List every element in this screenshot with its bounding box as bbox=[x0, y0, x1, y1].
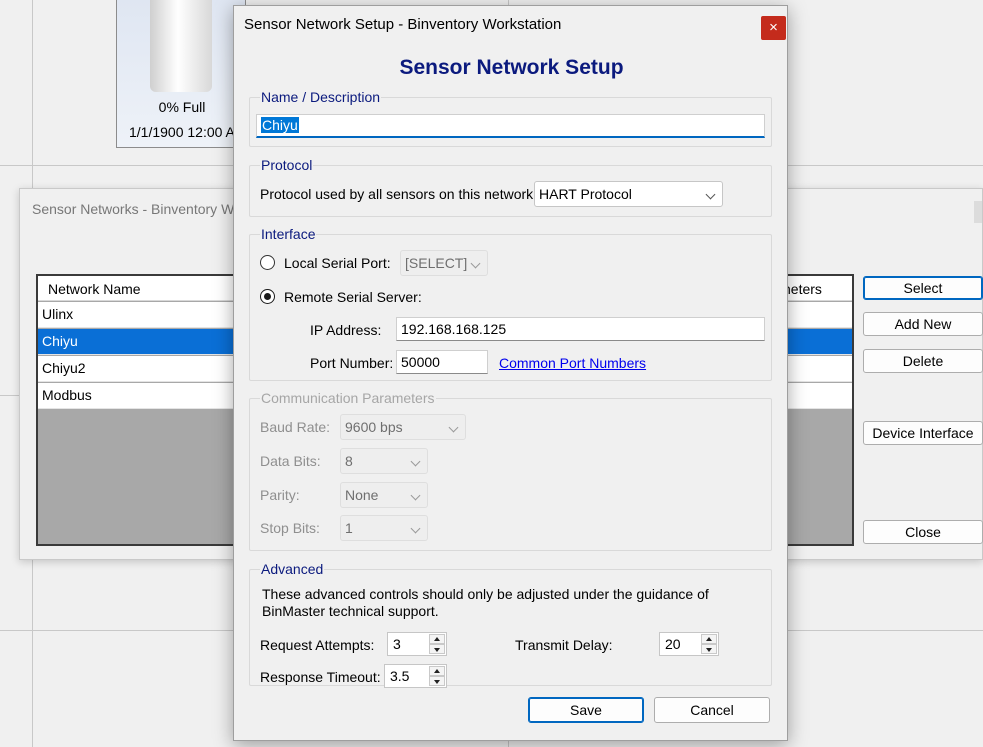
chevron-down-icon bbox=[410, 490, 421, 501]
common-port-numbers-link[interactable]: Common Port Numbers bbox=[499, 355, 646, 371]
data-bits-dropdown[interactable]: 8 bbox=[340, 448, 428, 474]
chevron-down-icon bbox=[470, 258, 481, 269]
network-name-cell: Modbus bbox=[42, 387, 92, 403]
protocol-label: Protocol used by all sensors on this net… bbox=[260, 186, 538, 202]
network-name-cell: Chiyu bbox=[42, 333, 78, 349]
group-legend: Communication Parameters bbox=[260, 390, 436, 406]
increment-arrow-icon[interactable] bbox=[701, 634, 717, 644]
chevron-down-icon bbox=[410, 523, 421, 534]
remote-serial-server-label[interactable]: Remote Serial Server: bbox=[284, 289, 422, 305]
group-legend: Name / Description bbox=[260, 89, 382, 105]
request-attempts-label: Request Attempts: bbox=[260, 637, 375, 653]
chevron-down-icon bbox=[705, 189, 716, 200]
name-input[interactable]: Chiyu bbox=[256, 114, 765, 138]
request-attempts-stepper[interactable]: 3 bbox=[387, 632, 447, 656]
scrollbar-stub[interactable] bbox=[974, 201, 982, 223]
response-timeout-label: Response Timeout: bbox=[260, 669, 381, 685]
delete-button[interactable]: Delete bbox=[863, 349, 983, 373]
advanced-warning-text: These advanced controls should only be a… bbox=[262, 586, 709, 619]
local-port-selected: [SELECT] bbox=[405, 255, 468, 271]
increment-arrow-icon[interactable] bbox=[429, 634, 445, 644]
baud-rate-selected: 9600 bps bbox=[345, 419, 403, 435]
dialog-title: Sensor Network Setup - Binventory Workst… bbox=[244, 16, 562, 33]
decrement-arrow-icon[interactable] bbox=[429, 676, 445, 686]
name-group: Name / Description Chiyu bbox=[249, 89, 772, 147]
local-serial-port-radio[interactable] bbox=[260, 255, 275, 270]
bin-cylinder-icon bbox=[150, 0, 212, 92]
decrement-arrow-icon[interactable] bbox=[701, 644, 717, 654]
cancel-button[interactable]: Cancel bbox=[654, 697, 770, 723]
transmit-delay-stepper[interactable]: 20 bbox=[659, 632, 719, 656]
ip-address-label: IP Address: bbox=[310, 322, 382, 338]
ip-address-input[interactable] bbox=[396, 317, 765, 341]
port-number-input[interactable] bbox=[396, 350, 488, 374]
grid-line bbox=[0, 395, 20, 396]
parity-label: Parity: bbox=[260, 487, 300, 503]
request-attempts-value: 3 bbox=[393, 636, 401, 652]
transmit-delay-label: Transmit Delay: bbox=[515, 637, 613, 653]
increment-arrow-icon[interactable] bbox=[429, 666, 445, 676]
stepper-buttons bbox=[701, 634, 717, 654]
parity-selected: None bbox=[345, 487, 379, 503]
protocol-selected: HART Protocol bbox=[539, 186, 632, 202]
transmit-delay-value: 20 bbox=[665, 636, 681, 652]
response-timeout-value: 3.5 bbox=[390, 668, 410, 684]
sensor-network-setup-dialog: Sensor Network Setup - Binventory Workst… bbox=[233, 5, 788, 741]
column-header-parameters[interactable]: neters bbox=[783, 281, 822, 297]
chevron-down-icon bbox=[410, 456, 421, 467]
baud-rate-label: Baud Rate: bbox=[260, 419, 331, 435]
response-timeout-stepper[interactable]: 3.5 bbox=[384, 664, 447, 688]
local-port-dropdown[interactable]: [SELECT] bbox=[400, 250, 488, 276]
save-button[interactable]: Save bbox=[528, 697, 644, 723]
parity-dropdown[interactable]: None bbox=[340, 482, 428, 508]
select-button[interactable]: Select bbox=[863, 276, 983, 300]
close-button[interactable]: Close bbox=[863, 520, 983, 544]
data-bits-selected: 8 bbox=[345, 453, 353, 469]
local-serial-port-label[interactable]: Local Serial Port: bbox=[284, 255, 391, 271]
port-number-label: Port Number: bbox=[310, 355, 394, 371]
dialog-heading: Sensor Network Setup bbox=[399, 56, 624, 79]
remote-serial-server-radio[interactable] bbox=[260, 289, 275, 304]
stop-bits-label: Stop Bits: bbox=[260, 520, 320, 536]
decrement-arrow-icon[interactable] bbox=[429, 644, 445, 654]
network-name-cell: Ulinx bbox=[42, 306, 74, 322]
protocol-group: Protocol Protocol used by all sensors on… bbox=[249, 157, 772, 217]
data-bits-label: Data Bits: bbox=[260, 453, 321, 469]
dialog-close-button[interactable]: × bbox=[761, 16, 786, 40]
stepper-buttons bbox=[429, 634, 445, 654]
column-header-network-name[interactable]: Network Name bbox=[48, 281, 141, 297]
bin-tile[interactable]: 0% Full 1/1/1900 12:00 A bbox=[116, 0, 246, 148]
bin-date-label: 1/1/1900 12:00 A bbox=[129, 124, 235, 140]
bin-fill-label: 0% Full bbox=[158, 99, 206, 115]
group-legend: Protocol bbox=[260, 157, 314, 173]
interface-group: Interface Local Serial Port: [SELECT] Re… bbox=[249, 226, 772, 381]
communication-parameters-group: Communication Parameters Baud Rate: 9600… bbox=[249, 390, 772, 551]
baud-rate-dropdown[interactable]: 9600 bps bbox=[340, 414, 466, 440]
stop-bits-selected: 1 bbox=[345, 520, 353, 536]
network-name-cell: Chiyu2 bbox=[42, 360, 86, 376]
advanced-group: Advanced These advanced controls should … bbox=[249, 561, 772, 688]
group-legend: Advanced bbox=[260, 561, 325, 577]
stop-bits-dropdown[interactable]: 1 bbox=[340, 515, 428, 541]
chevron-down-icon bbox=[448, 422, 459, 433]
add-new-button[interactable]: Add New bbox=[863, 312, 983, 336]
protocol-dropdown[interactable]: HART Protocol bbox=[534, 181, 723, 207]
window-title: Sensor Networks - Binventory W bbox=[32, 201, 235, 217]
group-legend: Interface bbox=[260, 226, 317, 242]
stepper-buttons bbox=[429, 666, 445, 686]
device-interface-button[interactable]: Device Interface bbox=[863, 421, 983, 445]
name-value: Chiyu bbox=[261, 117, 299, 133]
